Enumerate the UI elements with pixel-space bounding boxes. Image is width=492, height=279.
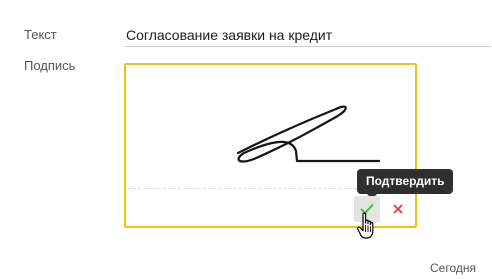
text-field[interactable]: Согласование заявки на кредит [125, 20, 491, 47]
signature-form: Текст Согласование заявки на кредит Подп… [0, 0, 492, 279]
text-label: Текст [24, 27, 57, 42]
text-field-value: Согласование заявки на кредит [126, 27, 333, 43]
confirm-tooltip: Подтвердить [357, 169, 454, 199]
close-icon [393, 204, 403, 214]
cancel-button[interactable] [385, 196, 411, 222]
signature-label: Подпись [24, 58, 76, 73]
date-label: Сегодня [430, 261, 476, 275]
hand-pointer-icon [357, 212, 374, 239]
